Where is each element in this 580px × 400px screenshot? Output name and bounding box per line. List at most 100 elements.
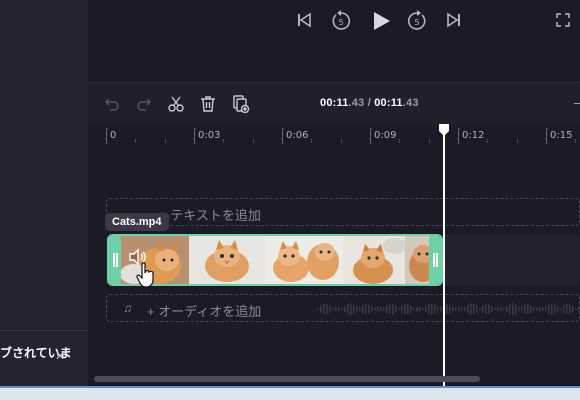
waveform-bar: [455, 307, 457, 311]
undo-icon[interactable]: [102, 94, 122, 114]
waveform-bar: [404, 303, 406, 315]
ruler-label: 0:12: [462, 130, 485, 141]
waveform-bar: [533, 306, 535, 312]
thumbnail: [265, 236, 343, 284]
ruler-minor-tick: [487, 139, 489, 143]
waveform-bar: [416, 306, 418, 312]
waveform-bar: [530, 304, 532, 314]
add-text-label: + テキストを追加: [159, 208, 261, 223]
skip-back-icon[interactable]: [296, 12, 312, 28]
forward-5-icon[interactable]: 5: [406, 10, 428, 32]
waveform-bar: [515, 304, 517, 314]
waveform-bar: [575, 307, 577, 311]
ruler-tick: [282, 128, 283, 144]
ruler-tick: [106, 128, 107, 144]
trash-icon[interactable]: [198, 94, 218, 114]
waveform-bar: [338, 306, 340, 312]
waveform-bar: [461, 307, 463, 311]
waveform-bar: [383, 307, 385, 311]
waveform-bar: [380, 307, 382, 311]
waveform-bar: [491, 305, 493, 313]
ruler-tick: [370, 128, 371, 144]
waveform-bar: [389, 303, 391, 315]
playhead-handle[interactable]: [438, 124, 450, 136]
waveform-bar: [434, 304, 436, 314]
ruler-minor-tick: [223, 139, 225, 143]
waveform-bar: [542, 307, 544, 311]
skip-forward-icon[interactable]: [446, 12, 462, 28]
ruler-label: 0:15: [550, 130, 573, 141]
waveform-bar: [557, 305, 559, 313]
waveform-bar: [365, 303, 367, 315]
scissors-icon[interactable]: [166, 94, 186, 114]
waveform-bar: [578, 306, 579, 312]
redo-icon[interactable]: [134, 94, 154, 114]
waveform-bar: [554, 303, 556, 315]
add-text-track[interactable]: + テキストを追加: [106, 198, 580, 226]
waveform-bar: [437, 306, 439, 312]
waveform-bar: [323, 303, 325, 315]
waveform-bar: [470, 303, 472, 315]
waveform-bar: [362, 304, 364, 314]
timeline-scrollbar[interactable]: [94, 376, 480, 382]
play-icon[interactable]: [370, 10, 392, 32]
waveform-bar: [326, 303, 328, 315]
waveform-bar: [497, 306, 499, 312]
ruler-label: 0: [110, 130, 117, 141]
video-clip[interactable]: [107, 234, 443, 286]
ruler-minor-tick: [340, 139, 342, 143]
waveform-bar: [506, 305, 508, 313]
ruler-minor-tick: [516, 139, 518, 143]
waveform-bar: [566, 304, 568, 314]
waveform-bar: [551, 303, 553, 315]
current-time-frac: .43: [348, 97, 365, 109]
ruler-label: 0:03: [198, 130, 221, 141]
waveform-bar: [545, 306, 547, 312]
waveform-bar: [407, 303, 409, 315]
waveform-bar: [527, 303, 529, 315]
ruler-tick: [458, 128, 459, 144]
waveform-bar: [563, 305, 565, 313]
clip-thumbnails: [119, 236, 435, 284]
waveform-bar: [512, 303, 514, 315]
trim-handle-left[interactable]: [109, 236, 121, 284]
duplicate-icon[interactable]: [231, 94, 251, 114]
ruler-minor-tick: [252, 139, 254, 143]
waveform-bar: [395, 305, 397, 313]
timeline: 0 0:03 0:06 0:09 0:12 0:15 + テキストを追加 Cat…: [88, 124, 580, 386]
waveform-bar: [446, 303, 448, 315]
waveform-bar: [353, 304, 355, 314]
waveform-bar: [359, 306, 361, 312]
ruler-tick: [546, 128, 547, 144]
left-panel: [0, 0, 88, 386]
close-icon[interactable]: ✕: [55, 349, 65, 363]
notification-text: ブされていま: [0, 346, 72, 360]
svg-text:5: 5: [338, 18, 343, 27]
waveform-bar: [479, 307, 481, 311]
time-ruler[interactable]: 0 0:03 0:06 0:09 0:12 0:15: [88, 124, 580, 148]
timecode: 00:11.43 / 00:11.43: [320, 97, 419, 109]
waveform-bar: [548, 304, 550, 314]
rewind-5-icon[interactable]: 5: [330, 10, 352, 32]
waveform-bar: [560, 307, 562, 311]
waveform-placeholder: [317, 303, 579, 315]
ruler-minor-tick: [164, 139, 166, 143]
waveform-bar: [350, 303, 352, 315]
waveform-bar: [329, 305, 331, 313]
playhead[interactable]: [443, 126, 445, 386]
ruler-minor-tick: [575, 139, 577, 143]
trim-handle-right[interactable]: [429, 236, 441, 284]
add-audio-label: + オーディオを追加: [147, 304, 262, 319]
add-audio-track[interactable]: ♫ + オーディオを追加: [106, 294, 580, 322]
waveform-bar: [536, 307, 538, 311]
current-time: 00:11: [320, 97, 349, 109]
window-bottom-edge: [0, 386, 580, 400]
zoom-out-icon[interactable]: [574, 103, 580, 104]
video-editor: ‹ ブされていま ✕ 5 5: [0, 0, 580, 400]
ruler-label: 0:06: [286, 130, 309, 141]
waveform-bar: [335, 306, 337, 312]
waveform-bar: [401, 305, 403, 313]
waveform-bar: [422, 307, 424, 311]
fullscreen-icon[interactable]: [556, 13, 570, 27]
waveform-bar: [377, 306, 379, 312]
